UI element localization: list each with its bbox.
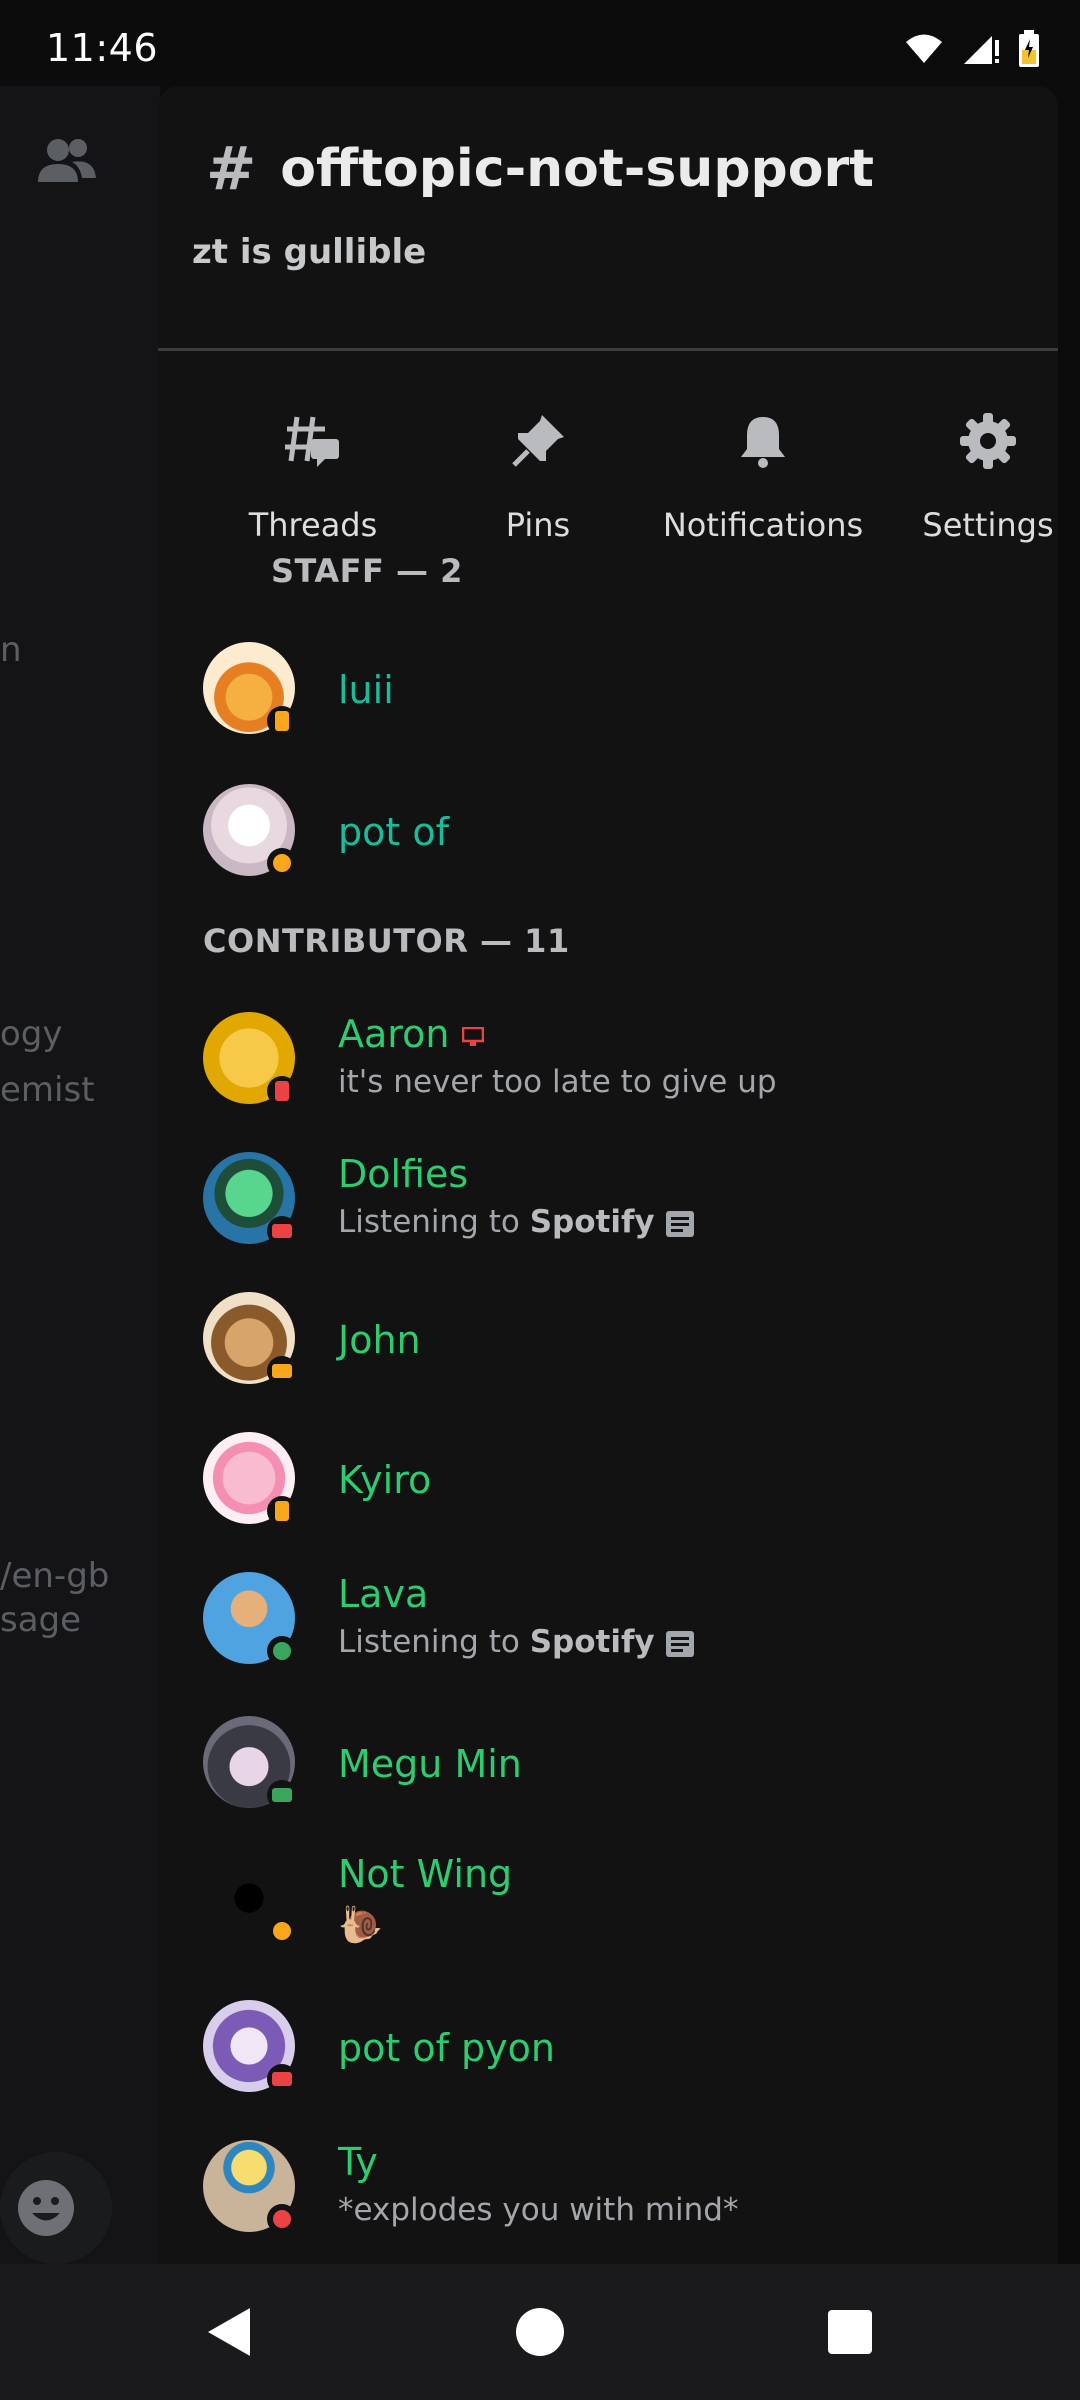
member-name: pot of xyxy=(338,810,449,854)
status-icons xyxy=(904,30,1040,68)
member-status-text: it's never too late to give up xyxy=(338,1064,777,1100)
bg-text-fragment: /en-gb xyxy=(0,1556,110,1596)
rich-presence-icon xyxy=(665,1210,694,1237)
status-web-icon xyxy=(267,1636,297,1666)
member-row[interactable]: Dolfies Listening to Spotify xyxy=(203,1152,1023,1272)
emoji-button[interactable] xyxy=(0,2152,112,2264)
battery-icon xyxy=(1019,30,1039,67)
member-activity: Listening to Spotify xyxy=(338,1624,695,1660)
status-desktop-icon xyxy=(267,1780,297,1810)
signal-icon xyxy=(964,36,999,64)
bg-text-fragment: n xyxy=(0,630,22,670)
background-chat: n ogy emist /en-gb sage xyxy=(0,86,160,2264)
pin-icon xyxy=(512,415,564,467)
settings-label: Settings xyxy=(922,506,1054,544)
member-row[interactable]: pot of pyon xyxy=(203,2000,1023,2120)
status-desktop-icon xyxy=(267,1356,297,1386)
member-name: pot of pyon xyxy=(338,2026,555,2070)
rich-presence-icon xyxy=(665,1630,694,1657)
home-icon[interactable] xyxy=(510,2302,570,2362)
member-name: Dolfies xyxy=(338,1152,469,1196)
member-row[interactable]: Kyiro xyxy=(203,1432,1023,1552)
navigation-bar xyxy=(0,2264,1080,2400)
notifications-button[interactable]: Notifications xyxy=(653,386,873,544)
channel-header: # offtopic-not-support xyxy=(206,134,874,204)
channel-name: offtopic-not-support xyxy=(280,139,874,199)
pins-label: Pins xyxy=(505,506,571,544)
member-name: luii xyxy=(338,668,394,712)
member-status-emoji: 🐌 xyxy=(338,1905,383,1946)
status-web-icon xyxy=(267,848,297,878)
pins-button[interactable]: Pins xyxy=(428,386,648,544)
channel-hash-icon: # xyxy=(206,134,257,204)
wifi-icon xyxy=(906,34,942,63)
back-icon[interactable] xyxy=(200,2302,260,2362)
bg-text-fragment: emist xyxy=(0,1070,95,1110)
status-mobile-icon xyxy=(267,1496,297,1526)
member-row[interactable]: Ty *explodes you with mind* xyxy=(203,2140,1023,2260)
section-header-contributor: CONTRIBUTOR — 11 xyxy=(203,922,570,960)
member-name: John xyxy=(338,1318,421,1362)
divider xyxy=(158,348,1058,351)
member-row[interactable]: Megu Min xyxy=(203,1716,1023,1836)
status-desktop-icon xyxy=(267,1216,297,1246)
notifications-label: Notifications xyxy=(662,506,864,544)
threads-label: Threads xyxy=(248,506,378,544)
status-mobile-icon xyxy=(267,1076,297,1106)
bg-text-fragment: ogy xyxy=(0,1014,63,1054)
status-web-icon xyxy=(267,2204,297,2234)
member-name: Ty xyxy=(338,2140,378,2184)
member-status-text: *explodes you with mind* xyxy=(338,2192,739,2228)
members-icon[interactable] xyxy=(36,136,98,186)
member-name: Kyiro xyxy=(338,1458,432,1502)
channel-members-panel: # offtopic-not-support zt is gullible Th… xyxy=(158,86,1058,2264)
member-name: Lava xyxy=(338,1572,429,1616)
status-web-icon xyxy=(267,1916,297,1946)
threads-button[interactable]: Threads xyxy=(203,386,423,544)
member-row[interactable]: pot of xyxy=(203,784,1023,904)
member-name: Not Wing xyxy=(338,1852,513,1896)
bg-text-fragment: sage xyxy=(0,1600,82,1640)
section-header-staff: STAFF — 2 xyxy=(271,552,463,590)
member-row[interactable]: Aaron it's never too late to give up xyxy=(203,1012,1023,1132)
gear-icon xyxy=(960,413,1016,469)
channel-topic: zt is gullible xyxy=(192,232,427,272)
member-name: Megu Min xyxy=(338,1742,522,1786)
status-mobile-icon xyxy=(267,706,297,736)
member-activity: Listening to Spotify xyxy=(338,1204,695,1240)
status-bar: 11:46 xyxy=(0,0,1080,86)
bell-icon xyxy=(741,417,785,468)
emoji-icon xyxy=(18,2180,74,2236)
member-row[interactable]: luii xyxy=(203,642,1023,762)
threads-icon xyxy=(285,416,339,467)
settings-button[interactable]: Settings xyxy=(878,386,1058,544)
recents-icon[interactable] xyxy=(820,2302,880,2362)
member-row[interactable]: John xyxy=(203,1292,1023,1412)
member-row[interactable]: Not Wing 🐌 xyxy=(203,1852,1023,1972)
desktop-icon xyxy=(461,1026,484,1046)
status-time: 11:46 xyxy=(46,26,159,70)
member-row[interactable]: Lava Listening to Spotify xyxy=(203,1572,1023,1692)
status-desktop-icon xyxy=(267,2064,297,2094)
member-name: Aaron xyxy=(338,1012,484,1056)
